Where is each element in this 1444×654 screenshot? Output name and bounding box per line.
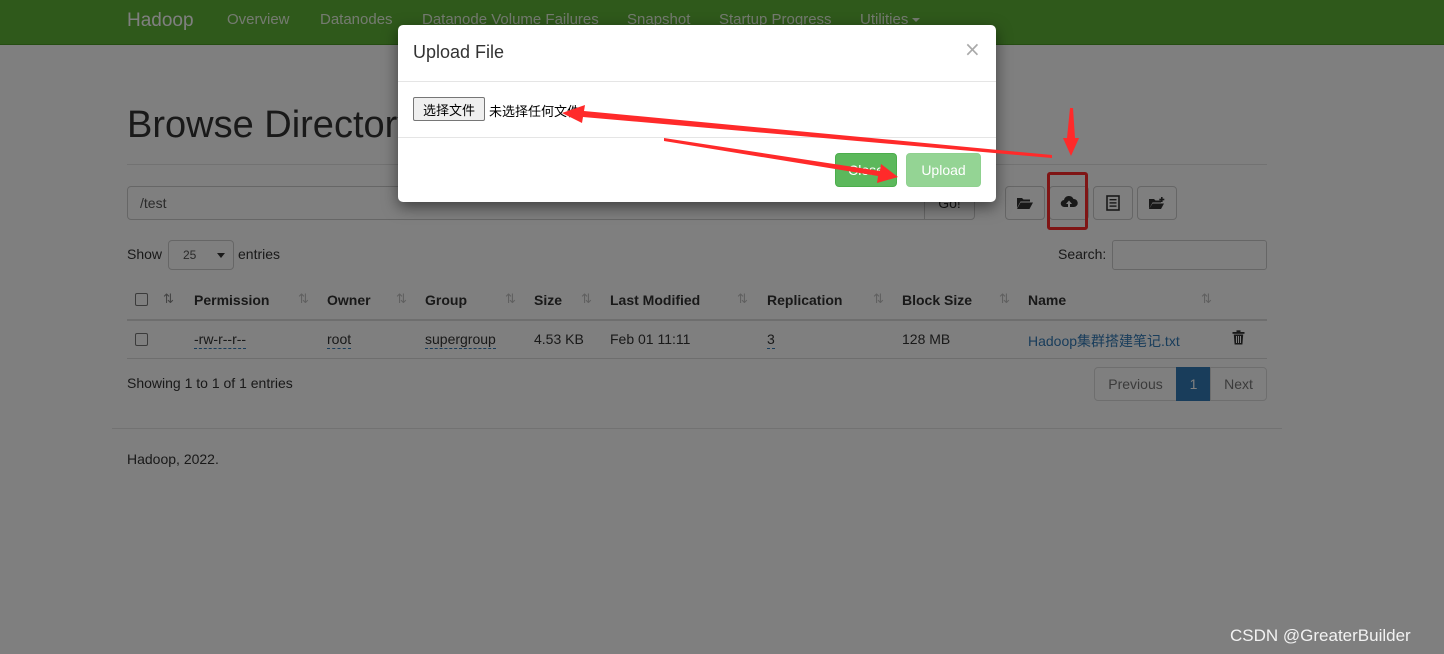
watermark-text: CSDN @GreaterBuilder bbox=[1230, 626, 1411, 645]
modal-title: Upload File bbox=[413, 42, 505, 62]
upload-file-modal: Upload File × 选择文件 未选择任何文件 Close Upload bbox=[398, 25, 996, 202]
modal-close-icon[interactable]: × bbox=[964, 39, 981, 59]
no-file-chosen-text: 未选择任何文件 bbox=[489, 105, 581, 120]
close-button[interactable]: Close bbox=[835, 153, 897, 187]
upload-button[interactable]: Upload bbox=[906, 153, 981, 187]
choose-file-button[interactable]: 选择文件 bbox=[413, 97, 485, 121]
modal-header-divider bbox=[398, 81, 996, 82]
modal-footer-divider bbox=[398, 137, 996, 138]
